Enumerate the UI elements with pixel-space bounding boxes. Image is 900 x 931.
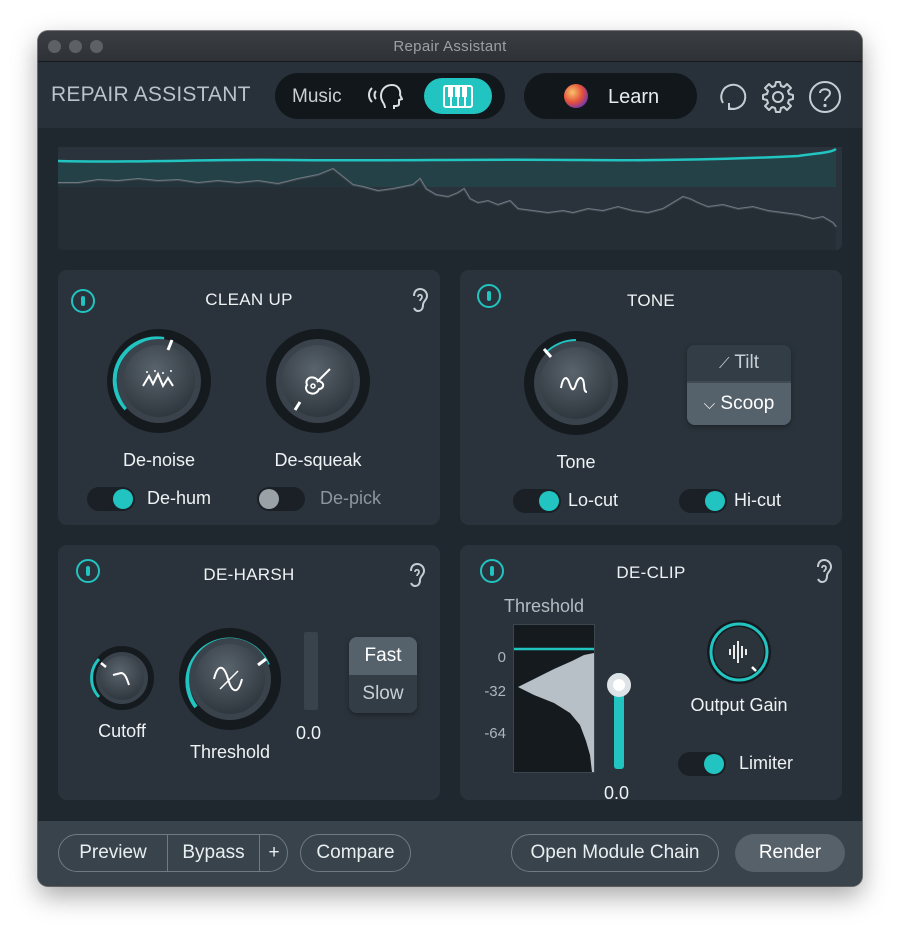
app-title: REPAIR ASSISTANT xyxy=(51,83,251,106)
learn-orb-icon xyxy=(564,84,588,108)
tone-label: Tone xyxy=(556,452,596,472)
dehum-toggle-thumb xyxy=(113,489,133,509)
de-clip-threshold-value: 0.0 xyxy=(604,783,630,803)
mode-selector: Music xyxy=(275,73,505,119)
de-harsh-title: DE-HARSH xyxy=(203,565,295,584)
open-module-chain-button[interactable]: Open Module Chain xyxy=(511,834,719,872)
de-harsh-module: DE-HARSH Cutoff Threshold 0.0 Fast Slow xyxy=(58,545,440,800)
dehum-toggle[interactable] xyxy=(87,487,135,511)
axis-label-0: 0 xyxy=(497,649,506,666)
speed-selector: Fast Slow xyxy=(349,637,417,713)
tone-title: TONE xyxy=(626,291,676,310)
tone-shape-selector: ⟋ Tilt ⌵ Scoop xyxy=(687,345,791,425)
scoop-icon: ⌵ xyxy=(703,396,716,413)
footer-bar: Preview Bypass + Compare Open Module Cha… xyxy=(38,821,862,886)
threshold-label: Threshold xyxy=(189,742,271,762)
axis-label-64: -64 xyxy=(484,725,506,742)
ear-icon[interactable] xyxy=(813,558,835,584)
de-clip-module: DE-CLIP Threshold 0 -32 -64 0.0 Output G… xyxy=(460,545,842,803)
limiter-label: Limiter xyxy=(739,753,794,773)
output-gain-knob[interactable] xyxy=(706,619,772,685)
de-harsh-meter-value: 0.0 xyxy=(296,723,322,743)
locut-label: Lo-cut xyxy=(568,490,619,510)
limiter-toggle[interactable] xyxy=(678,752,726,776)
locut-toggle-thumb xyxy=(539,491,559,511)
desqueak-knob[interactable] xyxy=(263,326,373,436)
preview-button[interactable]: Preview xyxy=(59,835,167,871)
depick-label: De-pick xyxy=(320,488,382,508)
mode-instrument-button[interactable] xyxy=(424,78,492,114)
de-harsh-meter xyxy=(304,632,318,710)
axis-label-32: -32 xyxy=(484,683,506,700)
tilt-icon: ⟋ xyxy=(718,355,730,372)
threshold-slider-handle[interactable] xyxy=(607,673,631,697)
help-icon[interactable] xyxy=(807,79,843,115)
clean-up-module: CLEAN UP De-noise De-squeak De-hum De-pi… xyxy=(58,270,440,525)
cutoff-knob-graphic xyxy=(90,646,154,710)
guitar-icon xyxy=(305,368,331,395)
ear-icon[interactable] xyxy=(409,287,431,313)
repair-assistant-window: Repair Assistant REPAIR ASSISTANT Music … xyxy=(38,31,862,886)
clean-up-title: CLEAN UP xyxy=(205,290,293,309)
limiter-toggle-thumb xyxy=(704,754,724,774)
gear-icon[interactable] xyxy=(760,79,796,115)
hicut-toggle-thumb xyxy=(705,491,725,511)
speech-icon[interactable] xyxy=(367,81,403,111)
compare-button[interactable]: Compare xyxy=(300,834,411,872)
tilt-label: Tilt xyxy=(734,352,760,373)
render-button[interactable]: Render xyxy=(735,834,845,872)
noise-icon xyxy=(142,370,174,389)
ear-icon[interactable] xyxy=(406,562,428,588)
clip-histogram xyxy=(513,624,595,773)
spectrum-graph xyxy=(57,147,842,250)
learn-button[interactable]: Learn xyxy=(524,73,697,119)
scoop-option[interactable]: ⌵ Scoop xyxy=(687,383,791,425)
desqueak-label: De-squeak xyxy=(274,450,362,470)
preview-bypass-group: Preview Bypass + xyxy=(58,834,288,872)
output-gain-knob-graphic xyxy=(707,620,771,684)
denoise-knob[interactable] xyxy=(104,326,214,436)
clip-histogram-graphic xyxy=(514,647,594,772)
hicut-toggle[interactable] xyxy=(679,489,727,513)
depick-toggle-thumb xyxy=(259,489,279,509)
title-bar[interactable]: Repair Assistant xyxy=(38,31,862,62)
tone-knob-graphic xyxy=(524,331,628,435)
cutoff-label: Cutoff xyxy=(98,721,146,741)
hicut-label: Hi-cut xyxy=(734,490,782,510)
bypass-plus-button[interactable]: + xyxy=(260,835,288,871)
spectrum-display xyxy=(57,147,842,250)
bypass-button[interactable]: Bypass xyxy=(168,835,259,871)
threshold-knob-graphic xyxy=(179,628,281,730)
de-clip-threshold-title: Threshold xyxy=(504,596,585,616)
slow-option[interactable]: Slow xyxy=(349,675,417,713)
depick-toggle[interactable] xyxy=(257,487,305,511)
tilt-option[interactable]: ⟋ Tilt xyxy=(687,345,791,381)
window-title: Repair Assistant xyxy=(393,38,507,55)
denoise-label: De-noise xyxy=(122,450,196,470)
output-gain-label: Output Gain xyxy=(690,695,788,715)
piano-icon xyxy=(443,85,473,108)
de-clip-title: DE-CLIP xyxy=(616,563,686,582)
tone-module: TONE Tone ⟋ Tilt ⌵ Scoop Lo-cut Hi-cut xyxy=(460,270,842,525)
mode-music-button[interactable]: Music xyxy=(292,86,342,108)
tone-knob[interactable] xyxy=(521,328,631,438)
threshold-knob[interactable] xyxy=(176,625,284,733)
locut-toggle[interactable] xyxy=(513,489,561,513)
dehum-label: De-hum xyxy=(147,488,212,508)
scoop-label: Scoop xyxy=(720,393,775,414)
fast-option[interactable]: Fast xyxy=(349,637,417,675)
history-icon[interactable] xyxy=(715,79,751,115)
cutoff-knob[interactable] xyxy=(89,645,155,711)
learn-label: Learn xyxy=(608,86,660,108)
